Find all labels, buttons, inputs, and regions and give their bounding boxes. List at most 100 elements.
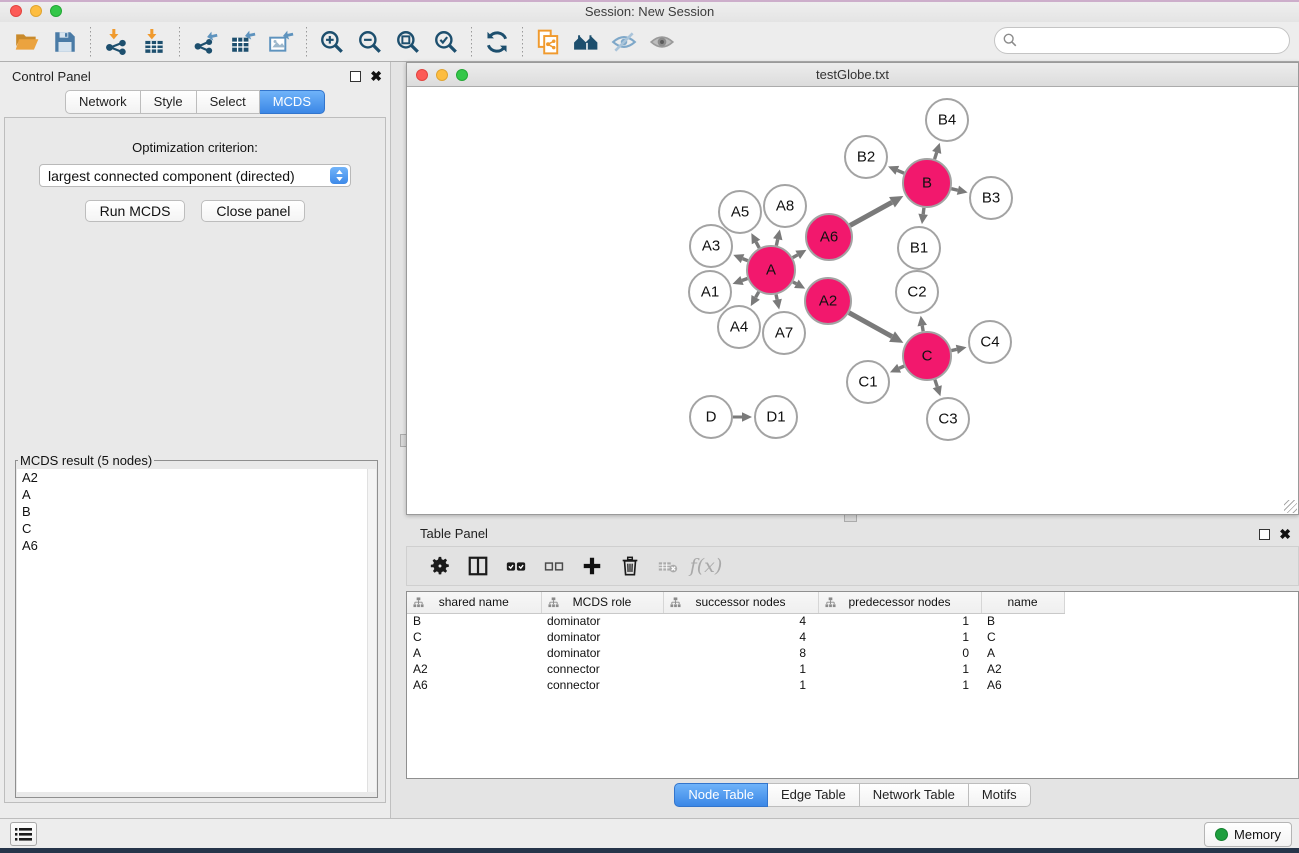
cell-name[interactable]: A6 — [981, 677, 1064, 693]
open-session-button[interactable] — [8, 25, 46, 59]
float-panel-button[interactable] — [350, 71, 361, 82]
import-table-button[interactable] — [135, 25, 173, 59]
result-item-a[interactable]: A — [17, 486, 376, 503]
column-header-successor-nodes[interactable]: successor nodes — [663, 592, 818, 613]
graph-node-B[interactable]: B — [903, 159, 951, 207]
column-header-name[interactable]: name — [981, 592, 1064, 613]
delete-column-button[interactable] — [613, 550, 647, 582]
zoom-out-button[interactable] — [351, 25, 389, 59]
cell-shared-name[interactable]: B — [407, 613, 541, 629]
graph-edge-A2-C[interactable] — [849, 313, 892, 337]
network-close-button[interactable] — [416, 69, 428, 81]
graph-edge-A-A5[interactable] — [756, 242, 759, 248]
cell-successor-nodes[interactable]: 1 — [663, 661, 818, 677]
graph-edge-B-B1[interactable] — [923, 208, 924, 214]
tab-select[interactable]: Select — [197, 90, 260, 114]
graph-node-A4[interactable]: A4 — [718, 306, 760, 348]
new-network-from-selection-button[interactable] — [529, 25, 567, 59]
cell-shared-name[interactable]: A — [407, 645, 541, 661]
graph-node-A2[interactable]: A2 — [805, 278, 851, 324]
graph-node-C1[interactable]: C1 — [847, 361, 889, 403]
column-header-MCDS-role[interactable]: MCDS role — [541, 592, 663, 613]
tab-mcds[interactable]: MCDS — [260, 90, 325, 114]
table-options-button[interactable] — [423, 550, 457, 582]
cell-name[interactable]: A — [981, 645, 1064, 661]
save-session-button[interactable] — [46, 25, 84, 59]
zoom-in-button[interactable] — [313, 25, 351, 59]
criterion-select[interactable]: largest connected component (directed) — [39, 164, 351, 187]
network-overview-button[interactable] — [10, 822, 37, 846]
graph-node-B3[interactable]: B3 — [970, 177, 1012, 219]
graph-edge-A-A3[interactable] — [743, 259, 748, 261]
graph-node-B1[interactable]: B1 — [898, 227, 940, 269]
graph-node-A[interactable]: A — [747, 246, 795, 294]
graph-edge-A-A2[interactable] — [793, 282, 796, 284]
table-tab-network-table[interactable]: Network Table — [860, 783, 969, 807]
graph-node-C3[interactable]: C3 — [927, 398, 969, 440]
column-header-shared-name[interactable]: shared name — [407, 592, 541, 613]
delete-table-button[interactable] — [651, 550, 685, 582]
graph-edge-B-B2[interactable] — [897, 170, 904, 173]
graph-node-A1[interactable]: A1 — [689, 271, 731, 313]
graph-node-A3[interactable]: A3 — [690, 225, 732, 267]
table-tab-node-table[interactable]: Node Table — [674, 783, 768, 807]
close-table-panel-icon[interactable]: ✖ — [1279, 529, 1291, 540]
memory-button[interactable]: Memory — [1204, 822, 1292, 847]
graph-node-B4[interactable]: B4 — [926, 99, 968, 141]
graph-node-D1[interactable]: D1 — [755, 396, 797, 438]
network-window-titlebar[interactable]: testGlobe.txt — [407, 63, 1298, 87]
select-all-button[interactable] — [499, 550, 533, 582]
cell-shared-name[interactable]: A6 — [407, 677, 541, 693]
graph-edge-C-C3[interactable] — [935, 380, 937, 387]
close-panel-button[interactable]: Close panel — [201, 200, 305, 222]
tab-network[interactable]: Network — [65, 90, 141, 114]
function-builder-button[interactable]: f(x) — [689, 550, 723, 582]
graph-node-A5[interactable]: A5 — [719, 191, 761, 233]
cell-shared-name[interactable]: A2 — [407, 661, 541, 677]
cell-name[interactable]: C — [981, 629, 1064, 645]
cell-MCDS-role[interactable]: dominator — [541, 629, 663, 645]
hide-selected-button[interactable] — [605, 25, 643, 59]
cell-name[interactable]: B — [981, 613, 1064, 629]
table-row-a6[interactable]: A6connector11A6 — [407, 677, 1279, 693]
float-table-panel-button[interactable] — [1259, 529, 1270, 540]
graph-node-C2[interactable]: C2 — [896, 271, 938, 313]
network-graph[interactable]: B4B2BB3A5A8A6A3B1AC2A1A2A4A7C4CC1C3DD1 — [407, 87, 1298, 514]
result-item-c[interactable]: C — [17, 520, 376, 537]
cell-MCDS-role[interactable]: dominator — [541, 613, 663, 629]
result-item-a6[interactable]: A6 — [17, 537, 376, 554]
export-image-button[interactable] — [262, 25, 300, 59]
cell-successor-nodes[interactable]: 4 — [663, 613, 818, 629]
cell-MCDS-role[interactable]: connector — [541, 661, 663, 677]
graph-node-B2[interactable]: B2 — [845, 136, 887, 178]
export-table-button[interactable] — [224, 25, 262, 59]
graph-edge-A-A4[interactable] — [756, 292, 759, 298]
table-row-a2[interactable]: A2connector11A2 — [407, 661, 1279, 677]
table-row-c[interactable]: Cdominator41C — [407, 629, 1279, 645]
show-columns-button[interactable] — [461, 550, 495, 582]
cell-name[interactable]: A2 — [981, 661, 1064, 677]
column-header-predecessor-nodes[interactable]: predecessor nodes — [818, 592, 981, 613]
zoom-selected-button[interactable] — [427, 25, 465, 59]
tab-style[interactable]: Style — [141, 90, 197, 114]
graph-edge-C-C1[interactable] — [899, 366, 904, 368]
table-tab-motifs[interactable]: Motifs — [969, 783, 1031, 807]
export-network-button[interactable] — [186, 25, 224, 59]
import-network-button[interactable] — [97, 25, 135, 59]
network-minimize-button[interactable] — [436, 69, 448, 81]
table-row-a[interactable]: Adominator80A — [407, 645, 1279, 661]
close-window-button[interactable] — [10, 5, 22, 17]
network-canvas[interactable]: B4B2BB3A5A8A6A3B1AC2A1A2A4A7C4CC1C3DD1 — [407, 87, 1298, 514]
graph-edge-C-C4[interactable] — [951, 349, 956, 350]
deselect-all-button[interactable] — [537, 550, 571, 582]
graph-node-D[interactable]: D — [690, 396, 732, 438]
table-tab-edge-table[interactable]: Edge Table — [768, 783, 860, 807]
graph-node-A7[interactable]: A7 — [763, 312, 805, 354]
cell-predecessor-nodes[interactable]: 1 — [818, 613, 981, 629]
first-neighbors-button[interactable] — [567, 25, 605, 59]
run-mcds-button[interactable]: Run MCDS — [85, 200, 186, 222]
search-input[interactable] — [994, 27, 1290, 54]
cell-successor-nodes[interactable]: 4 — [663, 629, 818, 645]
cell-predecessor-nodes[interactable]: 1 — [818, 677, 981, 693]
cell-predecessor-nodes[interactable]: 1 — [818, 661, 981, 677]
